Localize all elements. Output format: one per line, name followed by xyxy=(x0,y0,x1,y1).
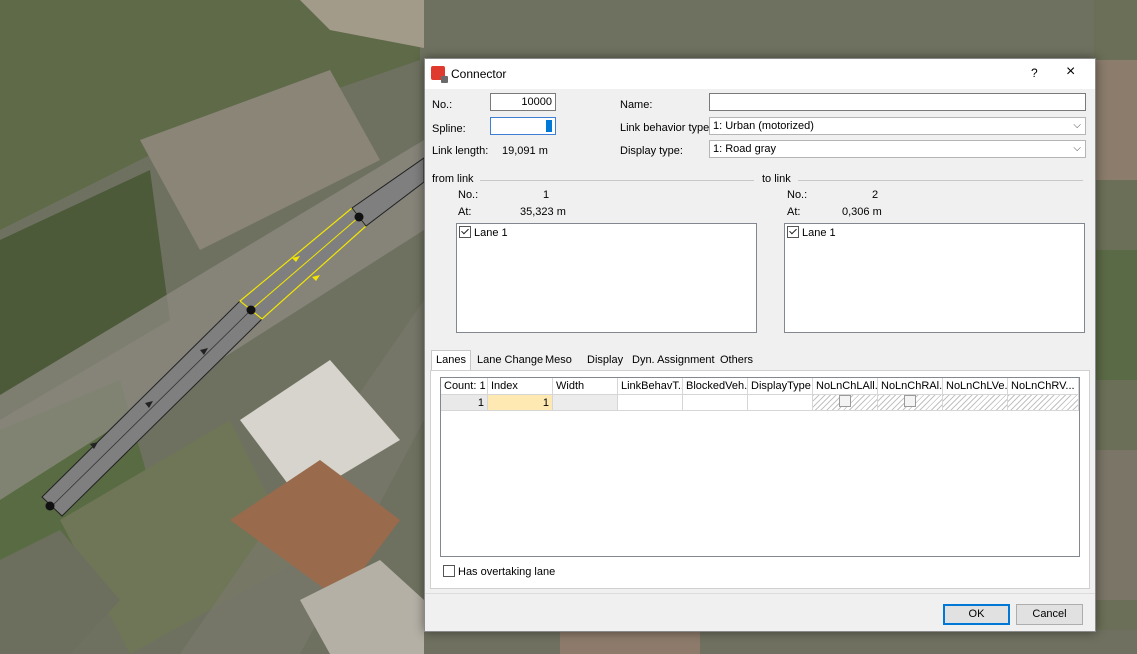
from-link-no-label: No.: xyxy=(458,189,479,201)
link-2-start-point[interactable] xyxy=(354,212,364,222)
no-label: No.: xyxy=(432,99,453,111)
grid-header-no-ln-ch-l-all[interactable]: NoLnChLAll... xyxy=(813,378,878,395)
checkbox-checked-icon[interactable] xyxy=(787,226,799,238)
lanes-grid[interactable]: Count: 1 Index Width LinkBehavT... Block… xyxy=(440,377,1080,557)
map-strip xyxy=(424,630,1137,654)
to-link-divider xyxy=(798,180,1083,181)
name-input[interactable] xyxy=(709,93,1086,111)
link-length-label: Link length: xyxy=(432,145,489,157)
help-button[interactable]: ? xyxy=(1031,66,1038,80)
ok-button[interactable]: OK xyxy=(943,604,1010,625)
to-lane-1-label: Lane 1 xyxy=(802,227,836,239)
checkbox-checked-icon[interactable] xyxy=(459,226,471,238)
connector-dialog: Connector ? × No.: 10000 Spline: Link le… xyxy=(424,58,1096,632)
cancel-button[interactable]: Cancel xyxy=(1016,604,1083,625)
tab-lanes[interactable]: Lanes xyxy=(431,350,471,371)
to-link-group-title: to link xyxy=(762,173,791,185)
link-behavior-type-label: Link behavior type: xyxy=(620,122,713,134)
grid-header-link-behav[interactable]: LinkBehavT... xyxy=(618,378,683,395)
checkbox-disabled-icon[interactable] xyxy=(839,395,851,407)
chevron-down-icon: ⌵ xyxy=(1073,120,1081,131)
tab-lane-change[interactable]: Lane Change xyxy=(473,351,547,370)
grid-header-index[interactable]: Index xyxy=(488,378,553,395)
to-link-lanes-list[interactable]: Lane 1 xyxy=(784,223,1085,333)
display-type-value: 1: Road gray xyxy=(713,143,776,155)
grid-cell-width[interactable] xyxy=(553,395,618,411)
link-length-value: 19,091 m xyxy=(502,145,548,157)
tab-display[interactable]: Display xyxy=(583,351,627,370)
grid-cell-no-ln-ch-l-veh[interactable] xyxy=(943,395,1008,411)
from-lane-1-item[interactable]: Lane 1 xyxy=(459,226,508,239)
grid-cell-no-ln-ch-l-all[interactable] xyxy=(813,395,878,411)
grid-cell-link-behav[interactable] xyxy=(618,395,683,411)
name-label: Name: xyxy=(620,99,653,111)
link-1-start-point[interactable] xyxy=(45,501,55,511)
checkbox-icon[interactable] xyxy=(443,565,455,577)
building-roof xyxy=(1094,450,1137,600)
app-icon xyxy=(431,66,448,83)
has-overtaking-lane-checkbox[interactable]: Has overtaking lane xyxy=(443,565,555,578)
from-link-divider xyxy=(480,180,754,181)
spline-input[interactable] xyxy=(490,117,556,135)
building-roof xyxy=(1094,60,1137,180)
from-lane-1-label: Lane 1 xyxy=(474,227,508,239)
dialog-titlebar[interactable]: Connector ? × xyxy=(425,59,1095,89)
grid-header-no-ln-ch-l-veh[interactable]: NoLnChLVe... xyxy=(943,378,1008,395)
grid-header-blocked-veh[interactable]: BlockedVeh... xyxy=(683,378,748,395)
no-input[interactable]: 10000 xyxy=(490,93,556,111)
to-link-at-label: At: xyxy=(787,206,801,218)
close-button[interactable]: × xyxy=(1066,63,1075,81)
from-link-at-value: 35,323 m xyxy=(520,206,566,218)
from-link-at-label: At: xyxy=(458,206,472,218)
to-link-no-value: 2 xyxy=(872,189,879,201)
grid-header-display-type[interactable]: DisplayType xyxy=(748,378,813,395)
spline-label: Spline: xyxy=(432,123,466,135)
tab-meso[interactable]: Meso xyxy=(541,351,576,370)
grid-cell-blocked-veh[interactable] xyxy=(683,395,748,411)
grid-cell-no-ln-ch-r-all[interactable] xyxy=(878,395,943,411)
display-type-label: Display type: xyxy=(620,145,683,157)
tab-dyn-assignment[interactable]: Dyn. Assignment xyxy=(628,351,719,370)
chevron-down-icon: ⌵ xyxy=(1073,143,1081,154)
tab-others[interactable]: Others xyxy=(716,351,757,370)
to-link-no-label: No.: xyxy=(787,189,808,201)
display-type-select[interactable]: 1: Road gray ⌵ xyxy=(709,140,1086,158)
has-overtaking-lane-label: Has overtaking lane xyxy=(458,566,556,578)
to-lane-1-item[interactable]: Lane 1 xyxy=(787,226,836,239)
grid-header-count[interactable]: Count: 1 xyxy=(441,378,488,395)
grid-header-no-ln-ch-r-veh[interactable]: NoLnChRV... xyxy=(1008,378,1079,395)
from-link-group-title: from link xyxy=(432,173,474,185)
from-link-lanes-list[interactable]: Lane 1 xyxy=(456,223,757,333)
link-1-end-point[interactable] xyxy=(246,305,256,315)
grid-cell-index[interactable]: 1 xyxy=(488,395,553,411)
dialog-title: Connector xyxy=(451,67,507,81)
lanes-tab-pane: Count: 1 Index Width LinkBehavT... Block… xyxy=(430,370,1090,589)
grid-cell-display-type[interactable] xyxy=(748,395,813,411)
grid-header-no-ln-ch-r-all[interactable]: NoLnChRAl... xyxy=(878,378,943,395)
link-behavior-type-value: 1: Urban (motorized) xyxy=(713,120,814,132)
grid-cell-count[interactable]: 1 xyxy=(441,395,488,411)
to-link-at-value: 0,306 m xyxy=(842,206,882,218)
text-caret xyxy=(546,120,552,133)
grid-cell-no-ln-ch-r-veh[interactable] xyxy=(1008,395,1079,411)
button-area-divider xyxy=(425,593,1095,594)
vegetation-area xyxy=(1094,250,1137,380)
checkbox-disabled-icon[interactable] xyxy=(904,395,916,407)
from-link-no-value: 1 xyxy=(543,189,550,201)
link-behavior-type-select[interactable]: 1: Urban (motorized) ⌵ xyxy=(709,117,1086,135)
grid-header-width[interactable]: Width xyxy=(553,378,618,395)
building-roof xyxy=(560,630,700,654)
